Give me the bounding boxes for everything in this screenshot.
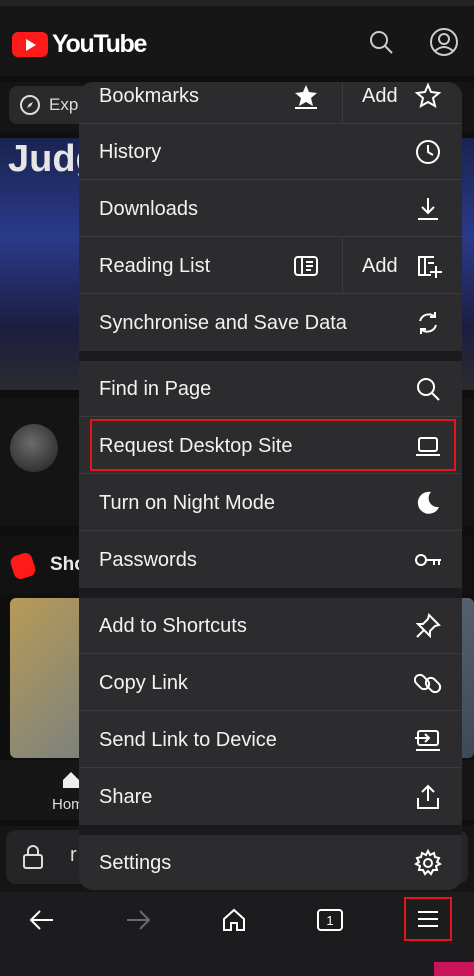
star-filled-icon <box>292 82 320 110</box>
menu-item-label: Synchronise and Save Data <box>99 312 347 334</box>
lock-icon <box>22 844 44 870</box>
moon-icon <box>414 489 442 517</box>
back-arrow-icon[interactable] <box>20 902 64 938</box>
menu-item-reading-list[interactable]: Reading List Add <box>79 238 462 294</box>
menu-item-label: Downloads <box>99 198 198 220</box>
explore-chip-label: Exp <box>49 95 79 114</box>
menu-item-copy-link[interactable]: Copy Link <box>79 655 462 711</box>
menu-item-label: Settings <box>99 852 172 874</box>
menu-item-label: Share <box>99 786 153 808</box>
channel-avatar[interactable] <box>10 424 58 472</box>
menu-item-label: Find in Page <box>99 378 212 400</box>
browser-menu: Bookmarks Add History Downloads Reading … <box>79 82 462 890</box>
menu-item-label: Passwords <box>99 549 197 571</box>
add-reading-list-label[interactable]: Add <box>362 238 398 294</box>
youtube-brand: YouTube <box>52 30 147 58</box>
reading-list-icon <box>292 252 320 280</box>
menu-item-sync[interactable]: Synchronise and Save Data <box>79 295 462 351</box>
send-to-device-icon <box>414 726 442 754</box>
menu-item-label: Reading List <box>99 255 211 277</box>
tabs-icon[interactable]: 1 <box>308 902 352 938</box>
menu-item-find-in-page[interactable]: Find in Page <box>79 361 462 417</box>
menu-item-label: History <box>99 141 162 163</box>
menu-icon[interactable] <box>406 901 450 937</box>
menu-item-history[interactable]: History <box>79 124 462 180</box>
menu-item-label: Copy Link <box>99 672 188 694</box>
menu-section-gap <box>79 825 462 835</box>
key-icon <box>414 546 442 574</box>
search-icon[interactable] <box>367 28 395 56</box>
youtube-play-icon <box>12 32 48 57</box>
menu-item-label: Add to Shortcuts <box>99 615 247 637</box>
home-tab-icon[interactable] <box>61 770 81 790</box>
tab-count: 1 <box>317 909 343 931</box>
menu-item-add-to-shortcuts[interactable]: Add to Shortcuts <box>79 598 462 654</box>
youtube-logo[interactable]: YouTube <box>12 30 147 59</box>
menu-item-bookmarks[interactable]: Bookmarks Add <box>79 82 462 124</box>
menu-item-downloads[interactable]: Downloads <box>79 181 462 237</box>
pin-icon <box>414 612 442 640</box>
divider <box>342 82 343 124</box>
account-icon[interactable] <box>429 27 459 57</box>
star-outline-icon[interactable] <box>414 82 442 110</box>
menu-item-share[interactable]: Share <box>79 769 462 825</box>
menu-section-gap <box>79 351 462 361</box>
menu-item-night-mode[interactable]: Turn on Night Mode <box>79 475 462 531</box>
compass-icon <box>20 95 40 115</box>
link-icon <box>414 669 442 697</box>
request-desktop-site-highlight <box>90 419 456 471</box>
corner-badge <box>434 962 474 976</box>
home-icon[interactable] <box>212 902 256 938</box>
sync-icon <box>414 309 442 337</box>
download-icon <box>414 195 442 223</box>
menu-item-send-link-to-device[interactable]: Send Link to Device <box>79 712 462 768</box>
search-icon <box>414 375 442 403</box>
clock-icon <box>414 138 442 166</box>
forward-arrow-icon[interactable] <box>116 902 160 938</box>
menu-section-gap <box>79 588 462 598</box>
share-icon <box>414 783 442 811</box>
add-reading-list-icon[interactable] <box>414 252 442 280</box>
menu-item-label: Bookmarks <box>99 85 200 107</box>
gear-icon <box>414 849 442 877</box>
add-bookmark-label[interactable]: Add <box>362 82 398 124</box>
menu-item-passwords[interactable]: Passwords <box>79 532 462 588</box>
url-fragment: r <box>70 844 77 866</box>
divider <box>342 238 343 294</box>
explore-chip[interactable]: Exp <box>9 86 89 124</box>
menu-item-settings[interactable]: Settings <box>79 835 462 890</box>
menu-item-label: Send Link to Device <box>99 729 277 751</box>
menu-item-label: Turn on Night Mode <box>99 492 276 514</box>
